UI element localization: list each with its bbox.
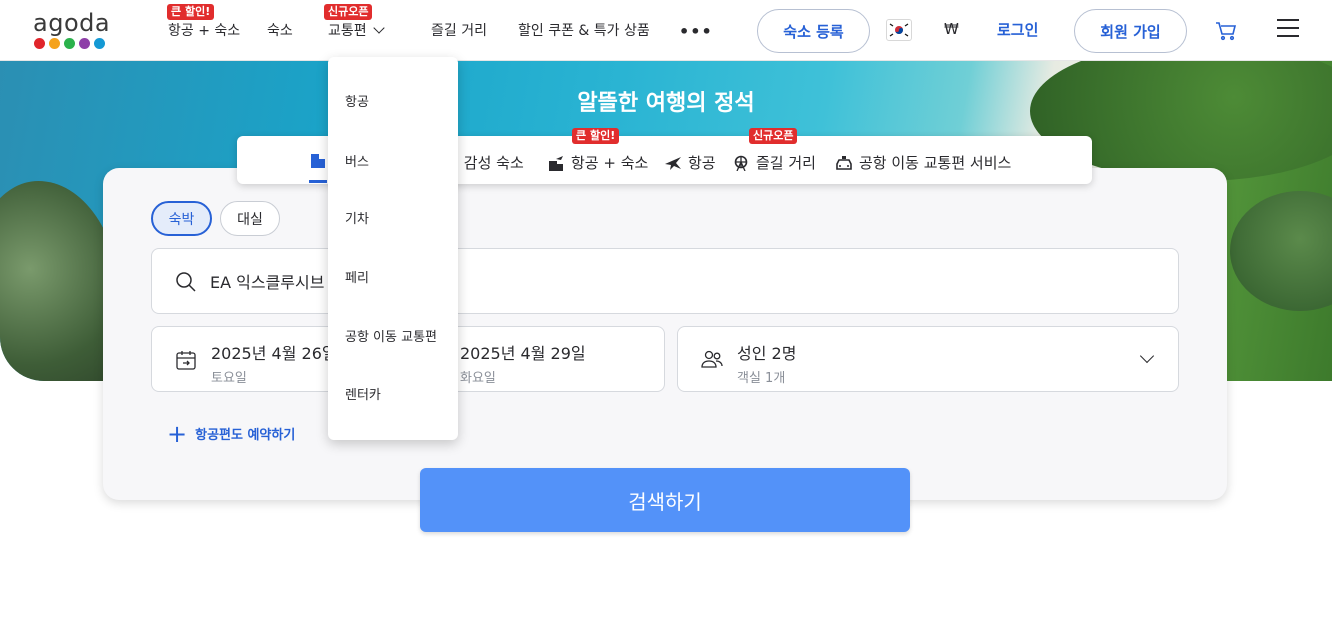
nav-accommodation[interactable]: 숙소	[267, 20, 293, 40]
dropdown-item-car-rental[interactable]: 렌터카	[345, 384, 381, 403]
nav-flight-hotel-badge: 큰 할인!	[167, 4, 215, 20]
airplane-icon	[665, 156, 681, 170]
dropdown-item-airport-transfer[interactable]: 공항 이동 교통편	[345, 326, 437, 345]
search-submit-button[interactable]: 검색하기	[420, 468, 910, 532]
nav-transport-label: 교통편	[328, 23, 367, 39]
guest-summary: 성인 2명 객실 1개	[737, 340, 796, 386]
chevron-down-icon	[372, 22, 385, 34]
stay-type-overnight-button[interactable]: 숙박	[151, 201, 212, 236]
login-link[interactable]: 로그인	[997, 19, 1038, 40]
search-icon	[176, 272, 196, 292]
logo-dot-purple	[79, 38, 90, 49]
calendar-icon	[176, 351, 196, 370]
stay-type-dayuse-button[interactable]: 대실	[220, 201, 280, 236]
logo-dot-red	[34, 38, 45, 49]
active-tab-indicator	[309, 180, 327, 183]
ferris-wheel-icon	[734, 155, 748, 171]
checkout-date-value: 2025년 4월 29일	[460, 344, 586, 363]
guest-count-value: 성인 2명	[737, 344, 797, 363]
tab-flight-hotel[interactable]: 항공 + 숙소	[547, 152, 648, 173]
hero-rock-right-image	[1230, 191, 1332, 311]
logo-dot-blue	[94, 38, 105, 49]
tab-activities[interactable]: 즐길 거리	[732, 152, 816, 173]
add-flight-link[interactable]: + 항공편도 예약하기	[167, 419, 296, 448]
checkin-date-value: 2025년 4월 26일	[211, 344, 337, 363]
top-header: agoda 큰 할인! 항공 + 숙소 숙소 신규오픈 교통편 즐길 거리 할인…	[0, 0, 1332, 61]
checkout-day-value: 화요일	[460, 371, 496, 386]
more-menu-icon[interactable]: •••	[679, 22, 713, 41]
tab-boutique-stay[interactable]: ! 감성 숙소	[453, 152, 524, 173]
search-panel: 숙박 대실 EA 익스클루시브 2025년 4월 26일 토요일 2025년 4…	[103, 168, 1227, 500]
checkout-date[interactable]: 2025년 4월 29일 화요일	[460, 340, 586, 386]
dropdown-item-flights[interactable]: 항공	[345, 91, 369, 110]
nav-activities[interactable]: 즐길 거리	[431, 20, 487, 40]
taxi-icon	[836, 155, 852, 170]
register-property-button[interactable]: 숙소 등록	[757, 9, 870, 53]
room-count-value: 객실 1개	[737, 371, 786, 386]
checkin-day-value: 토요일	[211, 371, 247, 386]
tab-flight-hotel-label: 항공 + 숙소	[571, 154, 649, 172]
guest-room-selector[interactable]: 성인 2명 객실 1개	[677, 326, 1179, 392]
tab-hotels[interactable]	[309, 152, 327, 168]
logo-wordmark: agoda	[33, 9, 111, 37]
destination-input[interactable]: EA 익스클루시브	[210, 269, 324, 293]
dropdown-item-train[interactable]: 기차	[345, 208, 369, 227]
logo-dots	[34, 38, 107, 49]
korea-flag-icon[interactable]	[886, 19, 912, 41]
nav-transport[interactable]: 교통편	[328, 20, 385, 40]
tab-flights[interactable]: 항공	[664, 152, 716, 173]
nav-deals[interactable]: 할인 쿠폰 & 특가 상품	[518, 20, 650, 40]
cart-icon[interactable]	[1214, 19, 1238, 43]
signup-button[interactable]: 회원 가입	[1074, 9, 1187, 53]
hamburger-menu-icon[interactable]	[1277, 19, 1299, 39]
tab-flight-hotel-badge: 큰 할인!	[572, 128, 620, 144]
tab-airport-transfer-label: 공항 이동 교통편 서비스	[859, 154, 1012, 172]
hotel-icon	[311, 154, 325, 168]
tab-flights-label: 항공	[688, 154, 716, 172]
tab-airport-transfer[interactable]: 공항 이동 교통편 서비스	[835, 152, 1011, 173]
flight-hotel-icon	[549, 155, 563, 171]
checkin-date[interactable]: 2025년 4월 26일 토요일	[211, 340, 337, 386]
transport-dropdown-menu: 항공 버스 기차 페리 공항 이동 교통편 렌터카	[328, 57, 458, 440]
logo-dot-green	[64, 38, 75, 49]
tab-activities-label: 즐길 거리	[756, 154, 816, 172]
nav-flight-hotel[interactable]: 항공 + 숙소	[168, 20, 240, 40]
nav-transport-badge: 신규오픈	[324, 4, 373, 20]
plus-icon: +	[167, 419, 188, 448]
hero-rock-image	[0, 181, 120, 381]
hero-title: 알뜰한 여행의 정석	[577, 91, 755, 116]
guests-icon	[701, 350, 723, 368]
logo-dot-orange	[49, 38, 60, 49]
add-flight-label: 항공편도 예약하기	[195, 428, 296, 443]
tab-boutique-stay-label: ! 감성 숙소	[453, 154, 524, 172]
dropdown-item-ferry[interactable]: 페리	[345, 267, 369, 286]
agoda-logo[interactable]: agoda	[33, 9, 111, 52]
dropdown-item-bus[interactable]: 버스	[345, 151, 369, 170]
currency-selector[interactable]: ₩	[944, 20, 959, 38]
chevron-down-icon	[1139, 348, 1155, 364]
tab-activities-badge: 신규오픈	[749, 128, 798, 144]
destination-field[interactable]: EA 익스클루시브	[151, 248, 1179, 314]
